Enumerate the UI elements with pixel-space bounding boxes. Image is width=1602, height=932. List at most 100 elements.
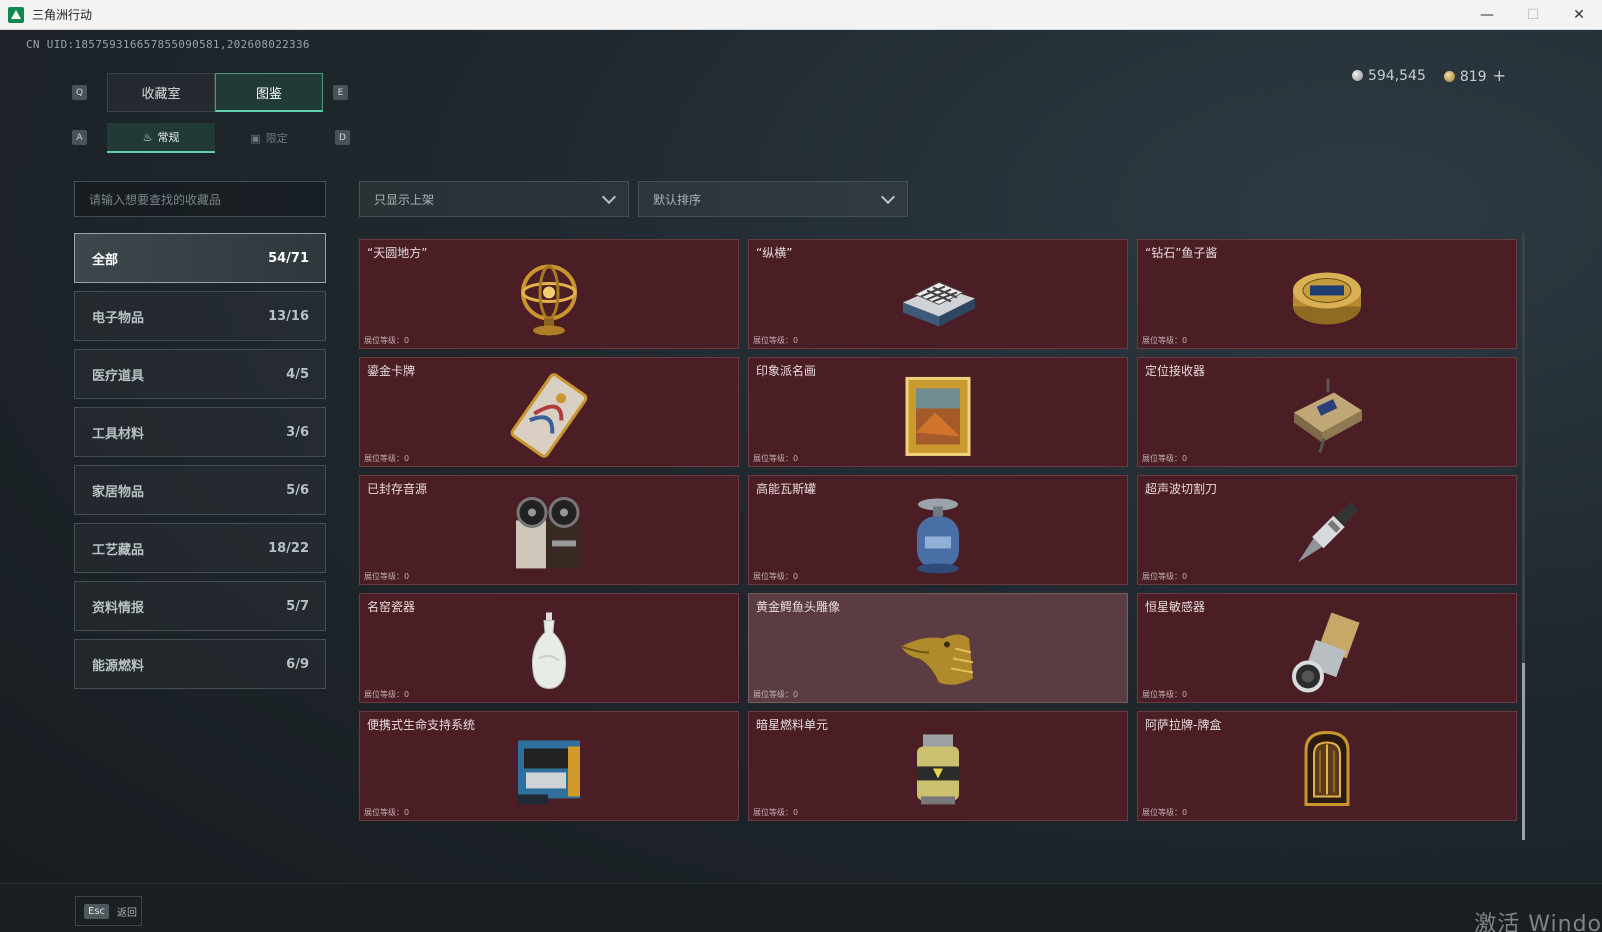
fuel-cell-icon bbox=[895, 726, 981, 812]
card-case-icon bbox=[1284, 726, 1370, 812]
item-card[interactable]: 高能瓦斯罐展位等级：0 bbox=[748, 475, 1128, 585]
item-card[interactable]: 鎏金卡牌展位等级：0 bbox=[359, 357, 739, 467]
ultrasonic-cutter-icon bbox=[1284, 490, 1370, 576]
back-button[interactable]: Esc 返回 bbox=[75, 896, 142, 926]
item-name: 高能瓦斯罐 bbox=[756, 482, 817, 496]
category-household[interactable]: 家居物品 5/6 bbox=[74, 465, 326, 515]
item-card[interactable]: 暗星燃料单元展位等级：0 bbox=[748, 711, 1128, 821]
add-currency-button[interactable]: + bbox=[1493, 66, 1506, 85]
item-card[interactable]: 定位接收器展位等级：0 bbox=[1137, 357, 1517, 467]
category-list: 全部 54/71 电子物品 13/16 医疗道具 4/5 工具材料 3/6 家居物品 5/… bbox=[74, 233, 326, 697]
key-d-hint: D bbox=[335, 130, 350, 145]
gilded-card-icon bbox=[506, 372, 592, 458]
item-name: 鎏金卡牌 bbox=[367, 364, 416, 378]
tab-catalog[interactable]: 图鉴 bbox=[215, 73, 323, 112]
shelf-filter-dropdown[interactable]: 只显示上架 bbox=[359, 181, 629, 217]
booth-level: 展位等级：0 bbox=[1142, 690, 1188, 699]
item-card[interactable]: “纵横” 展位等级：0 bbox=[748, 239, 1128, 349]
item-name: 定位接收器 bbox=[1145, 364, 1206, 378]
item-name: 超声波切割刀 bbox=[1145, 482, 1218, 496]
item-name: 黄金鳄鱼头雕像 bbox=[756, 600, 841, 614]
category-tools[interactable]: 工具材料 3/6 bbox=[74, 407, 326, 457]
item-card[interactable]: 阿萨拉牌-牌盒 展位等级：0 bbox=[1137, 711, 1517, 821]
tab-collection-room[interactable]: 收藏室 bbox=[107, 73, 215, 112]
game-viewport: CN UID:185759316657855090581,20260802233… bbox=[0, 30, 1602, 932]
item-name: 已封存音源 bbox=[367, 482, 428, 496]
chevron-down-icon bbox=[601, 189, 617, 204]
star-sensor-icon bbox=[1284, 608, 1370, 694]
category-electronics[interactable]: 电子物品 13/16 bbox=[74, 291, 326, 341]
booth-level: 展位等级：0 bbox=[364, 808, 410, 817]
subtab-regular[interactable]: ♨ 常规 bbox=[107, 123, 215, 153]
booth-level: 展位等级：0 bbox=[364, 572, 410, 581]
item-card[interactable]: 名窑瓷器展位等级：0 bbox=[359, 593, 739, 703]
gas-canister-icon bbox=[895, 490, 981, 576]
gold-coin-icon bbox=[1443, 71, 1455, 82]
item-grid-area: 展位等级：0 展位等级：0 展位等级：0 “天圆地方” 展位等级：0 “纵横” 展位等级：0… bbox=[359, 233, 1533, 878]
item-card[interactable]: 已封存音源展位等级：0 bbox=[359, 475, 739, 585]
search-input[interactable]: 请输入想要查找的收藏品 bbox=[74, 181, 326, 217]
chess-box-icon bbox=[895, 254, 981, 340]
item-name: 恒星敏感器 bbox=[1145, 600, 1206, 614]
item-card[interactable]: 恒星敏感器展位等级：0 bbox=[1137, 593, 1517, 703]
booth-level: 展位等级：0 bbox=[1142, 454, 1188, 463]
armillary-sphere-icon bbox=[506, 254, 592, 340]
category-intel[interactable]: 资料情报 5/7 bbox=[74, 581, 326, 631]
category-fuel[interactable]: 能源燃料 6/9 bbox=[74, 639, 326, 689]
bottom-bar: Esc 返回 bbox=[0, 883, 1602, 932]
booth-level: 展位等级：0 bbox=[753, 336, 799, 345]
sub-tabs: ♨ 常规 ▣ 限定 bbox=[107, 123, 323, 153]
booth-level: 展位等级：0 bbox=[753, 808, 799, 817]
window-titlebar: 三角洲行动 — ☐ ✕ bbox=[0, 0, 1602, 30]
maximize-button[interactable]: ☐ bbox=[1510, 0, 1556, 30]
item-card[interactable]: “钻石”鱼子酱展位等级：0 bbox=[1137, 239, 1517, 349]
item-card[interactable]: 印象派名画 展位等级：0 bbox=[748, 357, 1128, 467]
booth-level: 展位等级：0 bbox=[753, 454, 799, 463]
item-name: 暗星燃料单元 bbox=[756, 718, 829, 732]
grid-scrollbar[interactable] bbox=[1522, 233, 1525, 840]
scrollbar-thumb[interactable] bbox=[1522, 663, 1525, 840]
activate-windows-watermark: 激活 Windo bbox=[1474, 912, 1602, 932]
gold-currency: 819 + bbox=[1443, 66, 1506, 85]
booth-level: 展位等级：0 bbox=[1142, 572, 1188, 581]
key-a-hint: A bbox=[72, 130, 87, 145]
key-q-hint: Q bbox=[72, 85, 87, 100]
item-name: “天圆地方” bbox=[367, 246, 428, 260]
item-name: 便携式生命支持系统 bbox=[367, 718, 476, 732]
sort-dropdown[interactable]: 默认排序 bbox=[638, 181, 908, 217]
user-uid: CN UID:185759316657855090581,20260802233… bbox=[26, 38, 310, 51]
tape-recorder-icon bbox=[506, 490, 592, 576]
item-name: 阿萨拉牌-牌盒 bbox=[1145, 718, 1222, 732]
booth-level: 展位等级：0 bbox=[1142, 336, 1188, 345]
category-all[interactable]: 全部 54/71 bbox=[74, 233, 326, 283]
key-e-hint: E bbox=[333, 85, 348, 100]
booth-level: 展位等级：0 bbox=[364, 454, 410, 463]
item-card[interactable]: 黄金鳄鱼头雕像展位等级：0 bbox=[748, 593, 1128, 703]
item-name: “钻石”鱼子酱 bbox=[1145, 246, 1218, 260]
item-grid: 展位等级：0 展位等级：0 展位等级：0 “天圆地方” 展位等级：0 “纵横” 展位等级：0… bbox=[359, 233, 1517, 821]
item-card[interactable]: 便携式生命支持系统展位等级：0 bbox=[359, 711, 739, 821]
item-name: 名窑瓷器 bbox=[367, 600, 416, 614]
window-title: 三角洲行动 bbox=[32, 8, 93, 22]
booth-level: 展位等级：0 bbox=[364, 690, 410, 699]
booth-level: 展位等级：0 bbox=[753, 572, 799, 581]
main-tabs: 收藏室 图鉴 bbox=[107, 73, 323, 112]
gold-crocodile-head-icon bbox=[895, 608, 981, 694]
life-support-icon bbox=[506, 726, 592, 812]
caviar-tin-icon bbox=[1284, 254, 1370, 340]
close-button[interactable]: ✕ bbox=[1556, 0, 1602, 30]
category-crafts[interactable]: 工艺藏品 18/22 bbox=[74, 523, 326, 573]
silver-coin-icon bbox=[1351, 69, 1363, 81]
subtab-limited[interactable]: ▣ 限定 bbox=[215, 123, 323, 153]
category-medical[interactable]: 医疗道具 4/5 bbox=[74, 349, 326, 399]
item-card[interactable]: “天圆地方” 展位等级：0 bbox=[359, 239, 739, 349]
chevron-down-icon bbox=[880, 189, 896, 204]
image-icon: ▣ bbox=[250, 131, 261, 145]
booth-level: 展位等级：0 bbox=[753, 690, 799, 699]
minimize-button[interactable]: — bbox=[1464, 0, 1510, 30]
flame-icon: ♨ bbox=[142, 130, 153, 144]
esc-key-hint: Esc bbox=[84, 903, 110, 919]
item-card[interactable]: 超声波切割刀展位等级：0 bbox=[1137, 475, 1517, 585]
app-logo-icon bbox=[8, 6, 24, 23]
booth-level: 展位等级：0 bbox=[364, 336, 410, 345]
